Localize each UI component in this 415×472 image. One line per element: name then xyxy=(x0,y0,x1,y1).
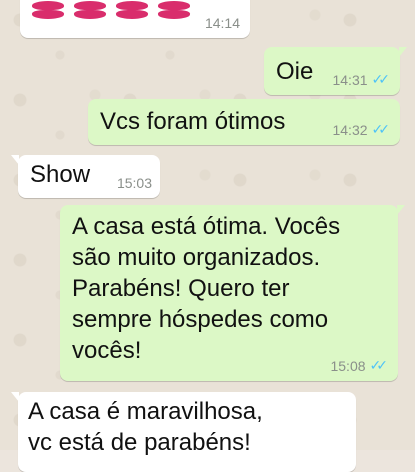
kiss-mark-icon xyxy=(30,0,66,20)
message-outgoing[interactable]: A casa está ótima. Vocês são muito organ… xyxy=(60,205,405,381)
message-incoming[interactable]: Show 15:03 xyxy=(11,155,160,198)
kiss-mark-icon xyxy=(72,0,108,20)
message-outgoing[interactable]: Vcs foram ótimos 14:32 ✓✓ xyxy=(88,99,400,145)
read-receipt-icon: ✓✓ xyxy=(371,72,391,88)
read-receipt-icon: ✓✓ xyxy=(369,358,389,374)
kiss-mark-icon xyxy=(156,0,192,20)
message-time: 14:32 xyxy=(332,122,368,138)
message-time: 14:14 xyxy=(204,15,240,31)
message-time: 14:31 xyxy=(332,72,368,88)
message-incoming[interactable]: 14:14 xyxy=(20,0,250,38)
message-time: 15:08 xyxy=(330,358,366,374)
message-text: A casa é maravilhosa, vc está de parabén… xyxy=(28,398,263,456)
message-meta: 14:31 ✓✓ xyxy=(332,72,390,88)
message-text: Show xyxy=(30,161,91,188)
message-text: A casa está ótima. Vocês são muito organ… xyxy=(72,213,341,364)
message-meta: 15:03 xyxy=(117,175,152,191)
message-text: Oie xyxy=(276,58,314,85)
message-text: Vcs foram ótimos xyxy=(100,108,286,135)
message-meta: 15:08 ✓✓ xyxy=(330,358,388,374)
message-time: 15:03 xyxy=(116,175,152,191)
message-incoming[interactable]: A casa é maravilhosa, vc está de parabén… xyxy=(11,392,356,472)
kiss-emoji-group xyxy=(30,0,192,20)
message-outgoing[interactable]: Oie 14:31 ✓✓ xyxy=(264,47,407,95)
message-meta: 14:14 xyxy=(205,15,240,31)
chat-messages[interactable]: 14:14 Oie 14:31 ✓✓ Vcs foram ótimos 14:3… xyxy=(0,0,415,472)
kiss-mark-icon xyxy=(114,0,150,20)
message-meta: 14:32 ✓✓ xyxy=(332,122,390,138)
read-receipt-icon: ✓✓ xyxy=(371,122,391,138)
